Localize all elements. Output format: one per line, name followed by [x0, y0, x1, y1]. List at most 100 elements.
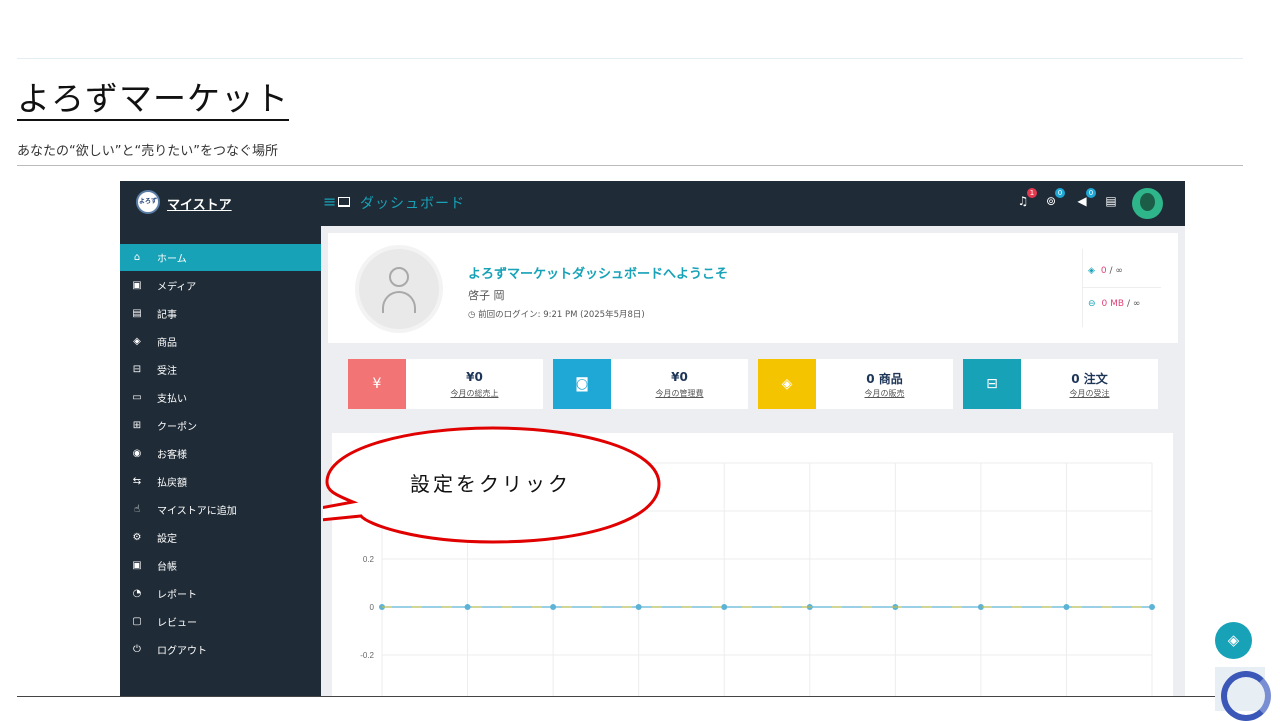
storage-used: 0 MB	[1101, 299, 1125, 309]
stat-card[interactable]: ¥ ¥0 今月の総売上	[348, 359, 543, 409]
stat-label[interactable]: 今月の販売	[816, 388, 953, 399]
sidebar-item[interactable]: ⊞ クーポン	[120, 412, 321, 439]
stat-card[interactable]: ◙ ¥0 今月の管理費	[553, 359, 748, 409]
sidebar-item-label: 記事	[157, 310, 177, 321]
help-icon[interactable]: ⊚ 0	[1044, 188, 1065, 208]
y-tick-label: -0.2	[360, 651, 374, 660]
media-icon: ▣	[132, 280, 142, 291]
data-point[interactable]	[1063, 604, 1070, 610]
coupon-icon: ⊞	[132, 420, 142, 431]
bell-icon[interactable]: ♫ 1	[1016, 188, 1037, 208]
review-icon: ▢	[132, 616, 142, 627]
settings-icon: ⚙	[132, 532, 142, 543]
sidebar-item[interactable]: ◈ 商品	[120, 328, 321, 355]
report-icon: ◔	[132, 588, 142, 599]
sidebar-item-label: 払戻額	[157, 478, 187, 489]
product-icon: ◈	[133, 336, 141, 347]
announce-badge: 0	[1086, 188, 1096, 198]
sidebar-item[interactable]: ⏻ ログアウト	[120, 636, 321, 663]
stat-card[interactable]: ⊟ 0 注文 今月の受注	[963, 359, 1158, 409]
profile-avatar	[355, 245, 443, 333]
menu-toggle-icon[interactable]: ≡	[323, 192, 336, 211]
cart-icon: ⊟	[963, 359, 1021, 409]
sidebar-item[interactable]: ⇆ 払戻額	[120, 468, 321, 495]
stat-value: ¥0	[671, 370, 688, 384]
brand-logo[interactable]: よろず	[136, 190, 160, 214]
sidebar: ⌂ ホーム ▣ メディア ▤ 記事 ◈ 商品 ⊟ 受注 ▭ 支払い ⊞ クーポン ◉ お客様 ⇆ 払戻額 ☝ マイスト…	[120, 226, 321, 697]
last-login: ◷ 前回のログイン: 9:21 PM (2025年5月8日)	[468, 308, 645, 320]
stat-label[interactable]: 今月の受注	[1021, 388, 1158, 399]
cart-icon: ⊟	[132, 364, 142, 375]
document-icon[interactable]: ▤	[1104, 194, 1118, 208]
sidebar-item[interactable]: ▣ メディア	[120, 272, 321, 299]
brand-logo-text: よろず	[138, 198, 157, 205]
data-point[interactable]	[1149, 604, 1155, 610]
home-icon: ⌂	[133, 252, 141, 263]
sidebar-item[interactable]: ◉ お客様	[120, 440, 321, 467]
logout-icon: ⏻	[133, 644, 141, 655]
data-point[interactable]	[721, 604, 728, 610]
box-icon: ◈	[758, 359, 816, 409]
welcome-title: よろずマーケットダッシュボードへようこそ	[468, 267, 729, 282]
sidebar-item-label: レビュー	[157, 618, 197, 629]
payment-icon: ▭	[132, 392, 142, 403]
slide-subtitle: あなたの“欲しい”と“売りたい”をつなぐ場所	[17, 144, 278, 159]
sidebar-item-label: ログアウト	[157, 646, 207, 657]
sidebar-item[interactable]: ▣ 台帳	[120, 552, 321, 579]
top-rule	[17, 58, 1243, 59]
clock-icon: ◷	[468, 310, 476, 320]
sidebar-item-label: お客様	[157, 450, 187, 461]
sidebar-item-label: 受注	[157, 366, 177, 377]
help-badge: 0	[1055, 188, 1065, 198]
topbar: よろず マイストア ≡ ダッシュボード ♫ 1 ⊚ 0 ◀ 0 ▤	[120, 181, 1185, 226]
storage-limit: / ∞	[1126, 299, 1141, 309]
yen-icon: ¥	[348, 359, 406, 409]
sidebar-item-label: メディア	[157, 282, 197, 293]
article-icon: ▤	[132, 308, 142, 319]
sidebar-item-label: 支払い	[157, 394, 187, 405]
products-limit: / ∞	[1109, 266, 1123, 276]
sidebar-item-label: レポート	[157, 590, 197, 601]
subtitle-rule	[17, 165, 1243, 166]
product-quota: ◈ 0 / ∞	[1088, 266, 1123, 276]
dashboard-icon	[338, 197, 350, 207]
page-title: ダッシュボード	[360, 196, 465, 212]
data-point[interactable]	[550, 604, 557, 610]
ledger-icon: ▣	[132, 560, 142, 571]
sidebar-item[interactable]: ▤ 記事	[120, 300, 321, 327]
corner-logo	[1215, 667, 1271, 721]
data-point[interactable]	[635, 604, 642, 610]
store-link[interactable]: マイストア	[167, 194, 232, 213]
add-store-icon: ☝	[133, 504, 141, 515]
customer-icon: ◉	[132, 448, 142, 459]
stat-value: 0 商品	[866, 372, 903, 386]
sidebar-item[interactable]: ⚙ 設定	[120, 524, 321, 551]
user-avatar[interactable]	[1132, 188, 1163, 219]
y-tick-label: 0	[370, 603, 375, 612]
sidebar-item[interactable]: ◔ レポート	[120, 580, 321, 607]
sidebar-item-label: ホーム	[157, 254, 187, 265]
stat-label[interactable]: 今月の管理費	[611, 388, 748, 399]
money-icon: ◙	[553, 359, 611, 409]
sidebar-item[interactable]: ▢ レビュー	[120, 608, 321, 635]
storage-quota: ⊖ 0 MB / ∞	[1088, 299, 1140, 309]
stat-value: ¥0	[466, 370, 483, 384]
sidebar-item-label: 商品	[157, 338, 177, 349]
stat-card[interactable]: ◈ 0 商品今月の販売	[758, 359, 953, 409]
sidebar-item[interactable]: ⌂ ホーム	[120, 244, 321, 271]
user-name: 啓子 岡	[468, 289, 505, 302]
sidebar-item[interactable]: ☝ マイストアに追加	[120, 496, 321, 523]
sidebar-item-label: マイストアに追加	[157, 506, 237, 517]
megaphone-icon[interactable]: ◀ 0	[1075, 188, 1096, 208]
storage-icon: ⊖	[1088, 299, 1096, 309]
cube-fab-button[interactable]: ◈	[1215, 622, 1252, 659]
stat-label[interactable]: 今月の総売上	[406, 388, 543, 399]
sidebar-item[interactable]: ⊟ 受注	[120, 356, 321, 383]
sidebar-item[interactable]: ▭ 支払い	[120, 384, 321, 411]
last-login-text: 前回のログイン: 9:21 PM (2025年5月8日)	[478, 310, 645, 320]
sidebar-item-label: 設定	[157, 534, 177, 545]
notification-badge: 1	[1027, 188, 1037, 198]
y-tick-label: 0.2	[363, 555, 375, 564]
data-point[interactable]	[464, 604, 471, 610]
slide-title: よろずマーケット	[17, 80, 289, 121]
